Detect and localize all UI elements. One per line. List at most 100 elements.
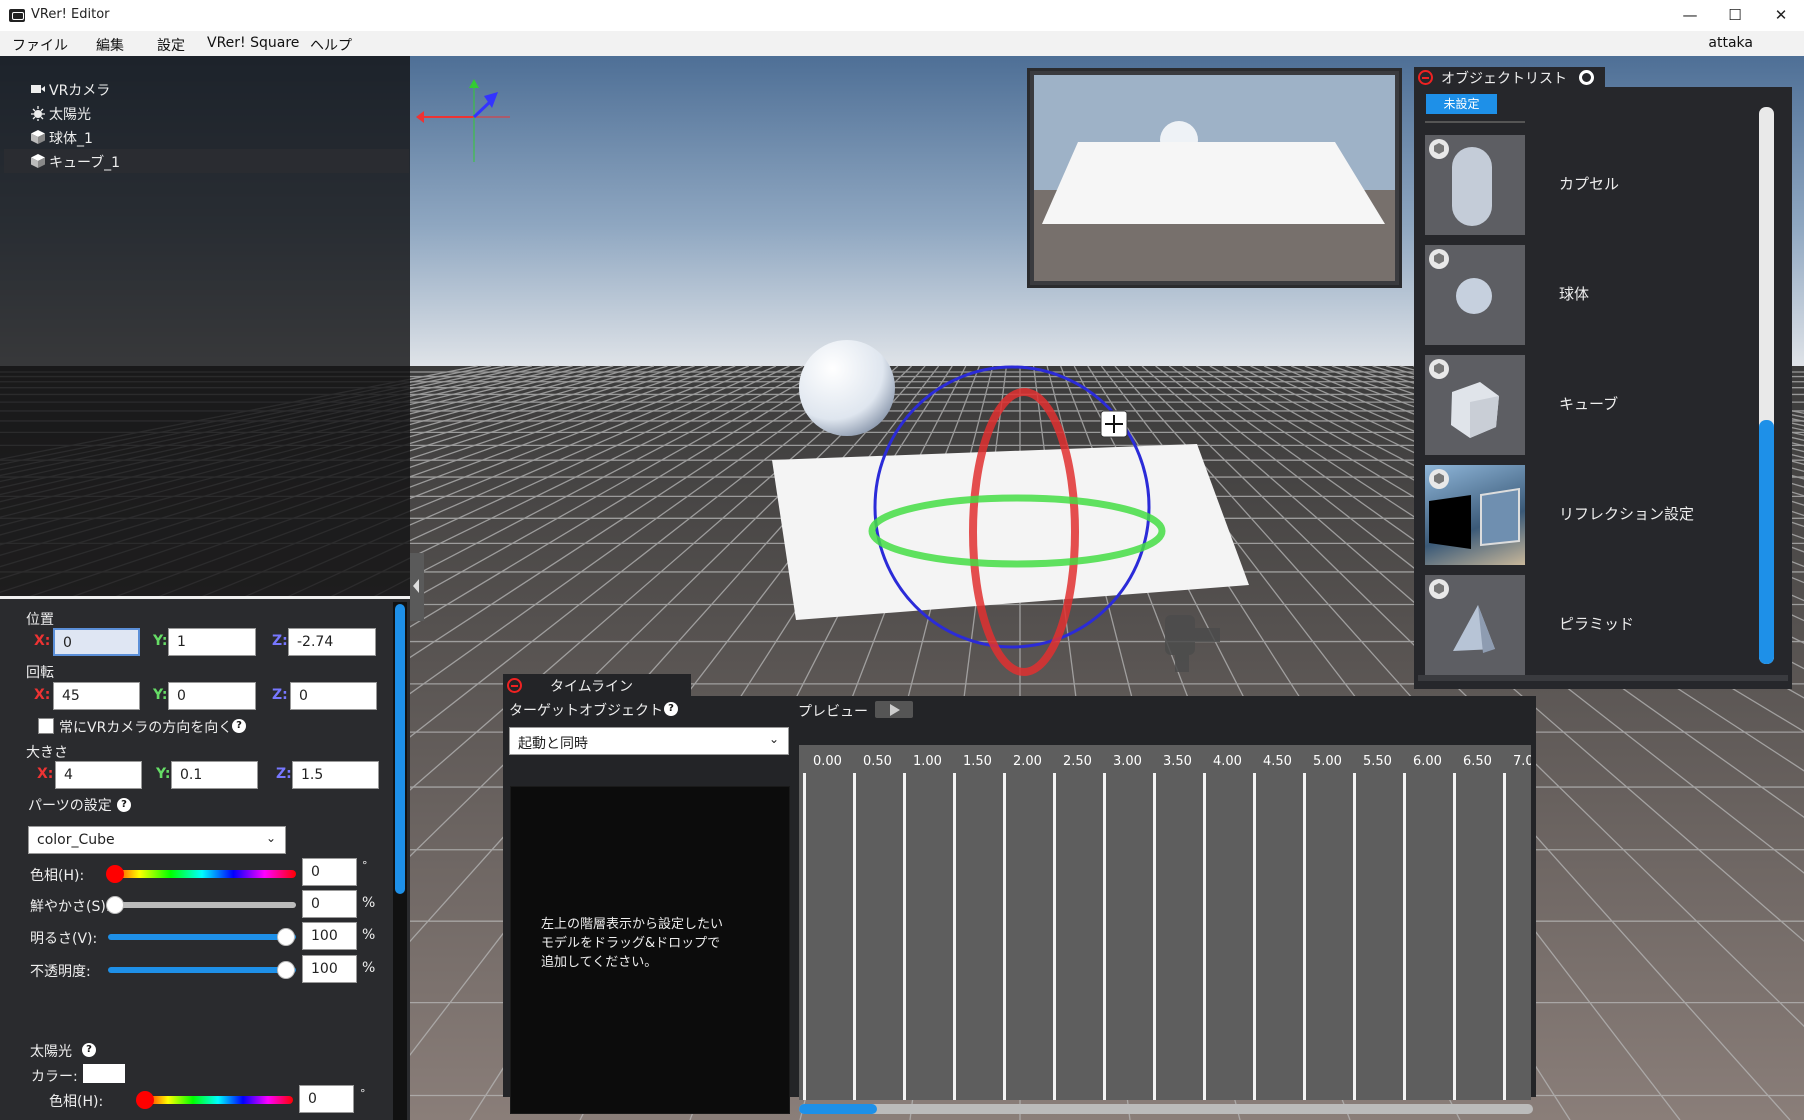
video-camera-icon [31,85,45,93]
minus-circle-icon[interactable] [1418,70,1433,85]
rotation-x-input[interactable]: 45 [53,682,140,710]
object-label[interactable]: ピラミッド [1559,613,1634,634]
trigger-select[interactable]: 起動と同時 ⌄ [509,727,789,755]
inspector-scrollbar-thumb[interactable] [395,604,405,894]
hue-slider-track[interactable] [108,870,296,878]
timeline-drop-area[interactable]: 左上の階層表示から設定したい モデルをドラッグ&ドロップで 追加してください。 [510,786,790,1114]
timeline-tab[interactable]: タイムライン [503,674,691,698]
object-label[interactable]: カプセル [1559,173,1619,194]
object-thumb-reflection[interactable] [1425,465,1525,565]
brightness-input[interactable]: 100 [302,922,357,950]
minimize-button[interactable]: — [1667,0,1713,31]
face-camera-label: 常にVRカメラの方向を向く [59,720,233,736]
drop-hint-text: 左上の階層表示から設定したい モデルをドラッグ&ドロップで 追加してください。 [541,915,723,972]
position-x-input[interactable]: 0 [53,628,140,656]
menu-vrer-square[interactable]: VRer! Square [207,35,299,51]
opacity-unit: % [362,960,376,976]
position-y-input[interactable]: 1 [168,628,256,656]
timeline-track-grid[interactable]: 0.00 0.50 1.00 1.50 2.00 2.50 3.00 3.50 4.00 4.50… [799,745,1531,1100]
object-thumb-pyramid[interactable] [1425,575,1525,675]
object-label[interactable]: キューブ [1559,393,1618,414]
refresh-icon[interactable] [1579,70,1594,85]
timeline-scrollbar[interactable] [799,1104,1533,1114]
panel-collapse-handle[interactable] [410,553,424,621]
object-thumb-capsule[interactable] [1425,135,1525,235]
hierarchy-item-cube-1[interactable]: キューブ_1 [4,149,409,173]
brightness-slider-track[interactable] [108,934,296,940]
scale-x-input[interactable]: 4 [55,761,142,789]
target-object-label: ターゲットオブジェクト [509,703,663,719]
face-camera-checkbox[interactable] [38,718,54,734]
object-label[interactable]: 球体 [1559,283,1589,304]
object-list-body: 未設定 カプセル 球体 キューブ リフレクション設定 ピラミッド [1414,87,1792,689]
timeline-gridline [1303,773,1306,1100]
help-icon[interactable]: ? [232,719,246,733]
sunlight-hue-slider-knob[interactable] [136,1091,154,1109]
timeline-tick-label: 5.50 [1363,754,1392,769]
play-icon [890,704,900,716]
help-icon[interactable]: ? [664,702,678,716]
object-list-scrollbar-thumb[interactable] [1759,420,1774,664]
object-label[interactable]: リフレクション設定 [1559,503,1694,524]
parts-select[interactable]: color_Cube ⌄ [28,826,286,854]
object-thumb-cube[interactable] [1425,355,1525,455]
sunlight-hue-input[interactable]: 0 [299,1085,354,1113]
object-list-scrollbar[interactable] [1759,107,1774,664]
drop-hint-line: 左上の階層表示から設定したい [541,917,724,932]
app-icon [9,9,25,22]
brightness-unit: % [362,927,376,943]
parts-select-value: color_Cube [37,832,115,848]
timeline-title: タイムライン [550,679,634,695]
help-icon[interactable]: ? [82,1043,96,1057]
rotation-label: 回転 [26,665,54,681]
scale-z-input[interactable]: 1.5 [292,761,379,789]
timeline-gridline [903,773,906,1100]
user-name[interactable]: attaka [1708,35,1753,51]
hierarchy-item-vr-camera[interactable]: VRカメラ [4,77,409,101]
opacity-slider-knob[interactable] [277,961,295,979]
menu-file[interactable]: ファイル [12,35,68,55]
timeline-gridline [1403,773,1406,1100]
timeline-tick-label: 3.00 [1113,754,1142,769]
rotation-z-input[interactable]: 0 [290,682,377,710]
menu-help[interactable]: ヘルプ [310,35,352,55]
saturation-slider-track[interactable] [108,902,296,908]
object-list-tab[interactable]: オブジェクトリスト [1414,67,1605,89]
menu-settings[interactable]: 設定 [157,35,185,55]
play-button[interactable] [875,701,913,718]
maximize-button[interactable]: ☐ [1712,0,1758,31]
hue-input[interactable]: 0 [302,858,357,886]
opacity-slider-track[interactable] [108,967,296,973]
sunlight-hue-slider-track[interactable] [143,1096,293,1104]
scale-y-input[interactable]: 0.1 [171,761,258,789]
menu-edit[interactable]: 編集 [96,35,124,55]
inspector-scrollbar[interactable] [393,602,407,1120]
hierarchy-item-sphere-1[interactable]: 球体_1 [4,125,409,149]
timeline-tick-label: 1.50 [963,754,992,769]
help-icon[interactable]: ? [117,798,131,812]
drop-hint-line: 追加してください。 [541,955,658,970]
camera-preview [1027,68,1402,288]
hierarchy-item-sunlight[interactable]: 太陽光 [4,101,409,125]
window-title: VRer! Editor [31,7,110,22]
category-tab-unset[interactable]: 未設定 [1426,94,1497,114]
opacity-input[interactable]: 100 [302,955,357,983]
close-button[interactable]: ✕ [1758,0,1804,31]
sunlight-section-label: 太陽光 [30,1044,72,1060]
rotation-y-input[interactable]: 0 [168,682,256,710]
chevron-down-icon: ⌄ [265,831,276,845]
scale-x-axis-label: X: [37,766,54,782]
saturation-slider-knob[interactable] [106,896,124,914]
sphere-object[interactable] [799,340,895,436]
position-z-input[interactable]: -2.74 [288,628,376,656]
object-thumb-sphere[interactable] [1425,245,1525,345]
hue-slider-knob[interactable] [106,865,124,883]
timeline-gridline [853,773,856,1100]
saturation-unit: % [362,895,376,911]
sunlight-color-swatch[interactable] [83,1064,125,1083]
timeline-scrollbar-thumb[interactable] [799,1104,877,1114]
minus-circle-icon[interactable] [507,678,522,693]
brightness-slider-knob[interactable] [277,928,295,946]
saturation-input[interactable]: 0 [302,890,357,918]
cube-icon [1429,469,1449,489]
